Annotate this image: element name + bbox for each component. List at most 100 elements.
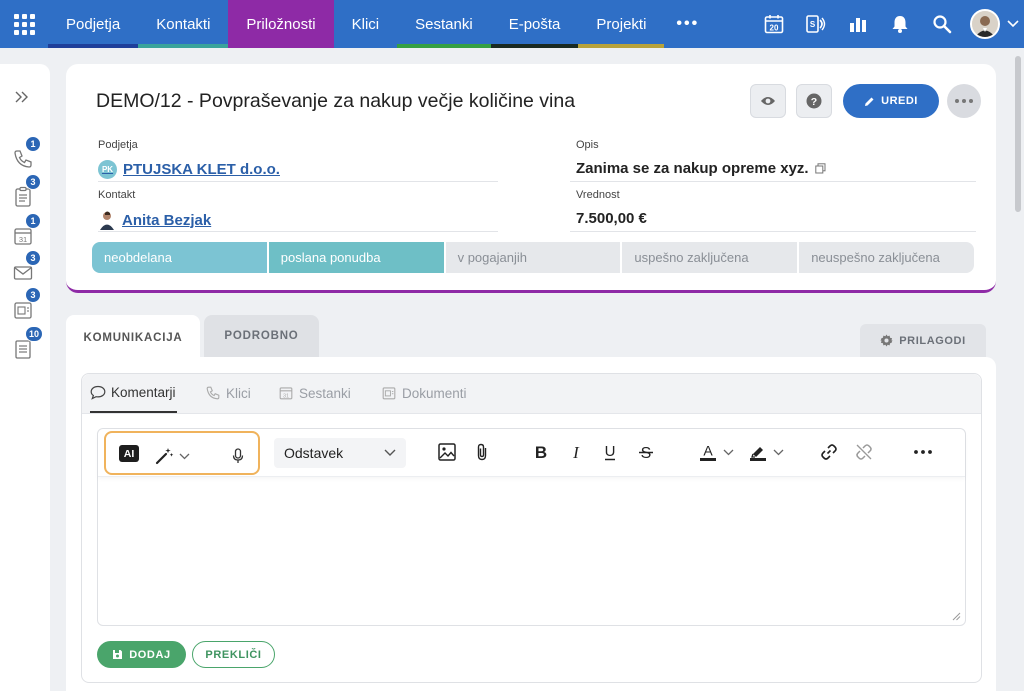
calendar-button[interactable]: 20 [754,0,794,48]
reports-button[interactable] [838,0,878,48]
emails-count-badge: 3 [25,250,41,266]
phone-icon [206,386,220,400]
nav-tab-contacts[interactable]: Kontakti [138,0,229,48]
stage-offer-sent[interactable]: poslana ponudba [268,242,444,273]
activity-subtabs: Komentarji Klici 31 Sestanki Dokumenti [82,374,981,414]
nav-tab-companies[interactable]: Podjetja [48,0,139,48]
sidebar-calls[interactable]: 1 [12,136,42,172]
unlink-icon [856,444,872,460]
dictation-button[interactable] [228,445,248,467]
contact-card-icon: S [806,15,826,33]
subtab-meetings[interactable]: 31 Sestanki [278,385,351,401]
italic-button[interactable]: I [565,441,587,463]
stage-new[interactable]: neobdelana [92,242,267,273]
meetings-count-badge: 1 [25,213,41,229]
remove-link-button[interactable] [853,441,875,463]
ai-button[interactable]: AI [119,445,139,462]
edit-button[interactable]: UREDI [843,84,939,118]
edit-button-label: UREDI [881,95,918,107]
help-button[interactable]: ? [796,84,832,118]
subtab-comments[interactable]: Komentarji [90,385,176,400]
communication-panel: Komentarji Klici 31 Sestanki Dokumenti A… [66,357,996,691]
description-label: Opis [576,139,599,151]
contact-link[interactable]: Anita Bezjak [122,212,211,229]
text-color-dropdown[interactable]: A [694,441,738,463]
double-chevron-right-icon [15,91,28,103]
divider [98,181,498,182]
underline-button[interactable]: U [599,441,621,463]
chevron-down-icon [384,449,396,456]
more-tools-button[interactable] [910,441,936,463]
contact-avatar-icon [100,211,114,230]
editor-toolbar: AI Odstavek B I U S A [98,429,965,477]
sidebar-notes[interactable]: 10 [12,326,44,362]
resize-handle-icon[interactable] [951,611,961,621]
nav-tab-projects[interactable]: Projekti [578,0,665,48]
search-button[interactable] [922,0,962,48]
strikethrough-button[interactable]: S [635,441,657,463]
more-horizontal-icon [914,450,932,454]
magic-wand-dropdown[interactable] [152,445,192,467]
sidebar-emails[interactable]: 3 [12,250,42,286]
stage-negotiation[interactable]: v pogajanjih [445,242,621,273]
chevron-down-icon [773,449,783,455]
activity-sidebar: 1 3 31 1 3 3 10 [0,64,50,691]
bar-chart-icon [850,18,866,32]
calendar-icon: 20 [764,15,784,34]
stage-won[interactable]: uspešno zaključena [622,242,798,273]
grid-icon [13,13,35,35]
image-document-icon [382,387,396,400]
nav-more-button[interactable]: ••• [664,15,711,33]
company-label: Podjetja [98,139,138,151]
insert-image-button[interactable] [436,441,458,463]
nav-tab-label: Sestanki [415,15,473,33]
paragraph-format-select[interactable]: Odstavek [274,438,406,468]
user-avatar[interactable] [970,9,1000,39]
sidebar-meetings[interactable]: 31 1 [12,213,42,249]
highlighter-icon [749,447,766,461]
nav-tab-opportunities[interactable]: Priložnosti [228,0,334,48]
user-menu-button[interactable] [1002,20,1024,28]
subtab-calls[interactable]: Klici [205,385,251,401]
sidebar-tasks[interactable]: 3 [12,174,42,210]
customize-button[interactable]: PRILAGODI [860,324,986,357]
company-field[interactable]: PK PTUJSKA KLET d.o.o. [98,160,280,179]
description-field: Zanima se za nakup opreme xyz. [576,160,826,177]
subtab-label: Klici [226,385,251,401]
divider [98,231,498,232]
company-link[interactable]: PTUJSKA KLET d.o.o. [123,161,280,178]
paragraph-format-value: Odstavek [284,445,344,461]
attach-file-button[interactable] [471,441,493,463]
add-comment-button[interactable]: DODAJ [97,641,186,668]
nav-tab-meetings[interactable]: Sestanki [397,0,491,48]
nav-tab-label: Kontakti [156,15,211,33]
chevron-down-icon [179,453,189,459]
phonebook-button[interactable]: S [796,0,836,48]
more-horizontal-icon [955,99,973,103]
bold-button[interactable]: B [530,441,552,463]
nav-tab-calls[interactable]: Klici [333,0,398,48]
subtab-documents[interactable]: Dokumenti [381,385,467,401]
cancel-comment-button[interactable]: PREKLIČI [192,641,275,668]
expand-sidebar-button[interactable] [15,90,29,108]
notes-count-badge: 10 [25,326,44,342]
notifications-button[interactable] [880,0,920,48]
contact-label: Kontakt [98,189,136,201]
highlight-color-dropdown[interactable] [744,441,788,463]
nav-tab-email[interactable]: E-pošta [490,0,579,48]
strikethrough-icon: S [639,445,653,461]
svg-text:S: S [810,20,816,29]
contact-field[interactable]: Anita Bezjak [98,210,211,230]
insert-link-button[interactable] [818,441,840,463]
tab-details[interactable]: PODROBNO [204,315,319,357]
more-actions-button[interactable] [947,84,981,118]
stage-lost[interactable]: neuspešno zaključena [799,242,974,273]
comment-editor[interactable]: AI Odstavek B I U S A [97,428,966,626]
tab-communication[interactable]: KOMUNIKACIJA [66,315,200,360]
app-grid-button[interactable] [0,0,48,48]
page-scrollbar[interactable] [1015,56,1021,212]
copy-icon[interactable] [814,163,826,174]
sidebar-documents[interactable]: 3 [12,287,42,323]
microphone-icon [232,448,244,463]
watch-button[interactable] [750,84,786,118]
